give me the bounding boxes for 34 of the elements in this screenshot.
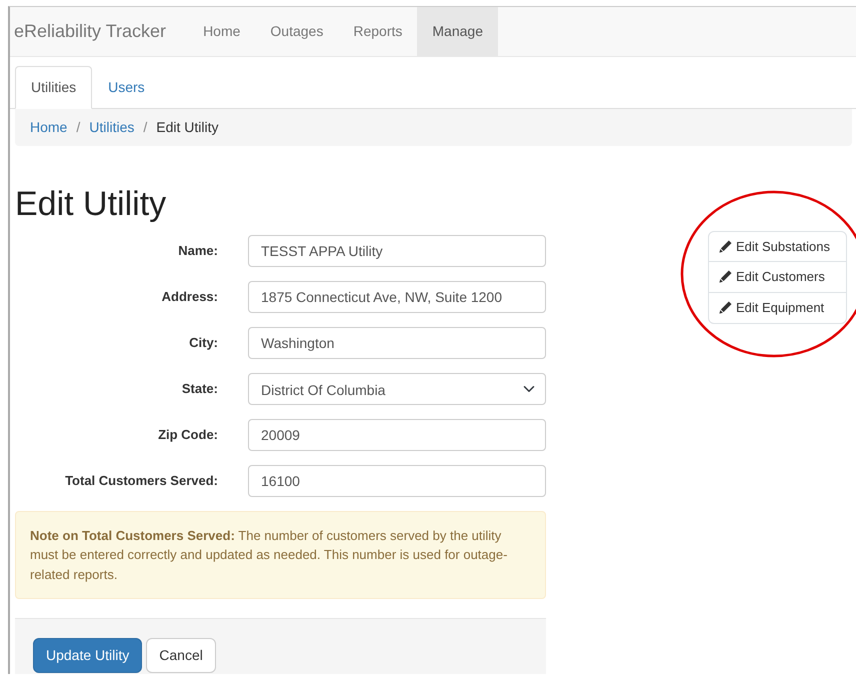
input-field[interactable]: 16100 (248, 464, 546, 497)
update-button[interactable]: Update Utility (33, 638, 142, 674)
nav-link[interactable]: Outages (255, 7, 338, 56)
breadcrumb-separator: / (142, 118, 148, 137)
nav-link[interactable]: Home (188, 7, 256, 56)
field-label: Name: (177, 242, 219, 260)
pencil-icon (719, 301, 732, 314)
input-field[interactable]: TESST APPA Utility (248, 234, 546, 267)
state-select[interactable]: District Of Columbia (248, 372, 546, 405)
breadcrumb-current: Edit Utility (156, 118, 218, 137)
field-label: Total Customers Served: (64, 472, 219, 490)
field-label: Zip Code: (157, 426, 219, 444)
tab[interactable]: Users (92, 66, 161, 109)
breadcrumb-link[interactable]: Home (30, 117, 68, 138)
nav-link[interactable]: Manage (417, 7, 498, 56)
breadcrumb-link[interactable]: Utilities (89, 117, 134, 138)
note-alert: Note on Total Customers Served: The number of customers served by the utility must be entered correctly and updated as needed. This number is used for outage-related reports. (15, 510, 546, 600)
pencil-icon (719, 240, 732, 253)
brand-link[interactable]: eReliability Tracker (10, 7, 180, 56)
page-heading: Edit Utility (15, 184, 168, 225)
input-field[interactable]: 1875 Connecticut Ave, NW, Suite 1200 (248, 280, 546, 313)
input-field[interactable]: Washington (248, 326, 546, 359)
tab[interactable]: Utilities (15, 66, 92, 109)
edit-link[interactable]: Edit Equipment (708, 292, 847, 324)
field-label: City: (188, 334, 219, 352)
nav-link[interactable]: Reports (338, 7, 418, 56)
edit-link[interactable]: Edit Customers (708, 262, 847, 293)
input-field[interactable]: 20009 (248, 418, 546, 451)
pencil-icon (719, 270, 732, 284)
field-label: State: (180, 380, 219, 398)
edit-link[interactable]: Edit Substations (708, 230, 847, 262)
field-label: Address: (160, 288, 219, 306)
cancel-button[interactable]: Cancel (146, 638, 216, 674)
breadcrumb-separator: / (75, 118, 82, 137)
